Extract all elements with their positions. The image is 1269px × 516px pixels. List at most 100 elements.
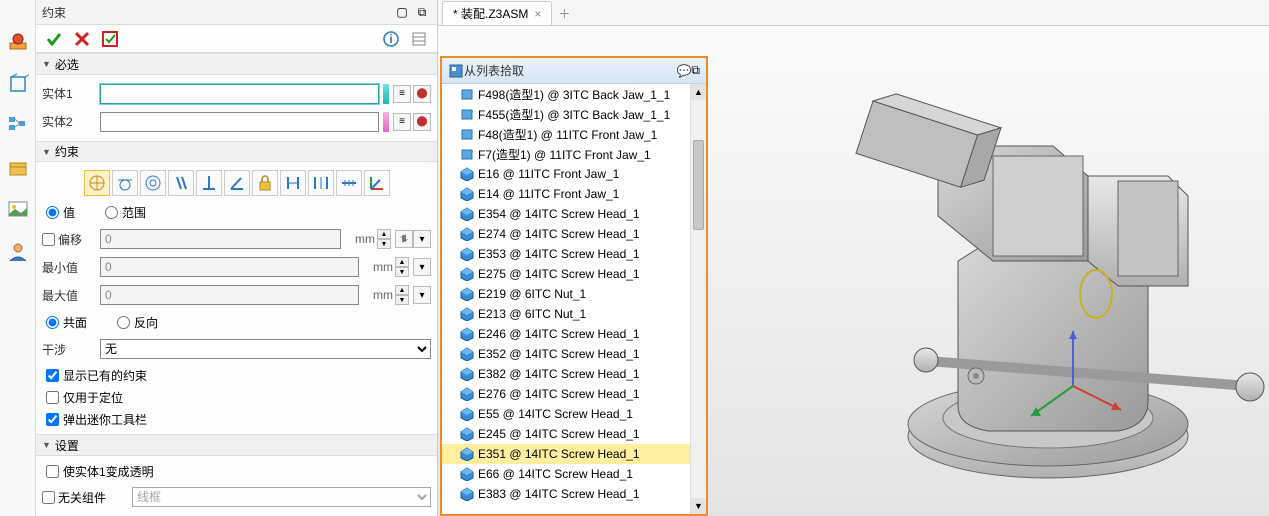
pick-list-item[interactable]: F7(造型1) @ 11ITC Front Jaw_1 (442, 144, 706, 164)
close-panel-icon[interactable]: ⧉ (413, 3, 431, 21)
section-settings-header[interactable]: ▼ 设置 (36, 434, 437, 456)
pick-list-item[interactable]: F455(造型1) @ 3ITC Back Jaw_1_1 (442, 104, 706, 124)
offset-input[interactable] (100, 229, 341, 249)
max-spinner[interactable]: ▲▼ (395, 285, 409, 305)
wireframe-combo[interactable]: 线框 (132, 487, 431, 507)
constraint-tangent-icon[interactable] (112, 170, 138, 196)
locate-only-check[interactable]: 仅用于定位 (46, 389, 123, 406)
vstrip-icon-user[interactable] (6, 240, 30, 264)
max-input[interactable] (100, 285, 359, 305)
unrelated-check[interactable]: 无关组件 (42, 489, 132, 506)
entity1-input[interactable] (100, 84, 379, 104)
pick-list-item[interactable]: F498(造型1) @ 3ITC Back Jaw_1_1 (442, 84, 706, 104)
scroll-up-icon[interactable]: ▲ (691, 84, 706, 100)
offset-check[interactable]: 偏移 (42, 231, 100, 248)
pick-list-item[interactable]: E55 @ 14ITC Screw Head_1 (442, 404, 706, 424)
pick-list-item[interactable]: E14 @ 11ITC Front Jaw_1 (442, 184, 706, 204)
pick-list-header[interactable]: 从列表拾取 💬 ⧉ (442, 58, 706, 84)
pick-list-chat-icon[interactable]: 💬 (676, 64, 691, 78)
pick-list-item[interactable]: E383 @ 14ITC Screw Head_1 (442, 484, 706, 504)
section-settings-label: 设置 (55, 437, 79, 454)
pick-list-item[interactable]: E245 @ 14ITC Screw Head_1 (442, 424, 706, 444)
min-spinner[interactable]: ▲▼ (395, 257, 409, 277)
pick-list-item-label: E274 @ 14ITC Screw Head_1 (478, 227, 640, 241)
pick-list-item-label: F48(造型1) @ 11ITC Front Jaw_1 (478, 126, 657, 143)
vstrip-icon-package[interactable] (6, 156, 30, 180)
section-constraint-header[interactable]: ▼ 约束 (36, 141, 437, 163)
transparent-check[interactable]: 使实体1变成透明 (46, 463, 154, 480)
viewport[interactable]: 从列表拾取 💬 ⧉ F498(造型1) @ 3ITC Back Jaw_1_1F… (438, 26, 1269, 516)
constraint-coaxial-icon[interactable] (140, 170, 166, 196)
constraint-perpendicular-icon[interactable] (196, 170, 222, 196)
new-tab-button[interactable]: ＋ (552, 1, 576, 25)
undock-icon[interactable]: ▢ (393, 3, 411, 21)
constraint-angle-icon[interactable] (224, 170, 250, 196)
pick-list-item[interactable]: E219 @ 6ITC Nut_1 (442, 284, 706, 304)
ok-button[interactable] (42, 27, 66, 51)
pick-list-item[interactable]: E16 @ 11ITC Front Jaw_1 (442, 164, 706, 184)
offset-spinner[interactable]: ▲▼ (377, 229, 391, 249)
entity1-pick-button[interactable]: ⬤ (413, 85, 431, 103)
info-button[interactable]: i (379, 27, 403, 51)
pick-list-item[interactable]: E246 @ 14ITC Screw Head_1 (442, 324, 706, 344)
pick-list-item[interactable]: E213 @ 6ITC Nut_1 (442, 304, 706, 324)
pick-list-item[interactable]: E275 @ 14ITC Screw Head_1 (442, 264, 706, 284)
face-icon (460, 147, 474, 161)
max-dropdown-button[interactable]: ▾ (413, 286, 431, 304)
section-required-header[interactable]: ▼ 必选 (36, 53, 437, 75)
pick-list-item-label: F7(造型1) @ 11ITC Front Jaw_1 (478, 146, 651, 163)
entity2-list-button[interactable]: ≡ (393, 113, 411, 131)
offset-extra-button[interactable]: ⥮ (395, 230, 413, 248)
vstrip-icon-assembly[interactable] (6, 30, 30, 54)
pick-list-item[interactable]: E352 @ 14ITC Screw Head_1 (442, 344, 706, 364)
show-existing-check[interactable]: 显示已有的约束 (46, 367, 147, 384)
value-radio[interactable]: 值 (46, 204, 75, 221)
interference-combo[interactable]: 无 (100, 339, 431, 359)
face-icon (460, 87, 474, 101)
pick-list-item[interactable]: E353 @ 14ITC Screw Head_1 (442, 244, 706, 264)
pick-list-item-label: E351 @ 14ITC Screw Head_1 (478, 447, 640, 461)
pick-list-close-icon[interactable]: ⧉ (691, 63, 700, 78)
min-dropdown-button[interactable]: ▾ (413, 258, 431, 276)
entity2-input[interactable] (100, 112, 379, 132)
range-radio[interactable]: 范围 (105, 204, 146, 221)
pick-list-item[interactable]: E354 @ 14ITC Screw Head_1 (442, 204, 706, 224)
pick-list-item[interactable]: E382 @ 14ITC Screw Head_1 (442, 364, 706, 384)
pick-list-item[interactable]: E351 @ 14ITC Screw Head_1 (442, 444, 706, 464)
pick-list-scrollbar[interactable]: ▲ ▼ (690, 84, 706, 514)
reverse-radio[interactable]: 反向 (117, 314, 158, 331)
pick-list-item[interactable]: E66 @ 14ITC Screw Head_1 (442, 464, 706, 484)
constraint-symmetric-icon[interactable] (336, 170, 362, 196)
vstrip-icon-image[interactable] (6, 198, 30, 222)
pick-list-item-label: E353 @ 14ITC Screw Head_1 (478, 247, 640, 261)
constraint-lock-icon[interactable] (252, 170, 278, 196)
pick-list-item[interactable]: E276 @ 14ITC Screw Head_1 (442, 384, 706, 404)
edge-icon (460, 367, 474, 381)
min-input[interactable] (100, 257, 359, 277)
pick-list-item[interactable]: F48(造型1) @ 11ITC Front Jaw_1 (442, 124, 706, 144)
vstrip-icon-box[interactable] (6, 72, 30, 96)
face-icon (460, 107, 474, 121)
mini-toolbar-check[interactable]: 弹出迷你工具栏 (46, 411, 147, 428)
constraint-distance-icon[interactable] (280, 170, 306, 196)
collapse-icon: ▼ (42, 59, 51, 69)
entity1-list-button[interactable]: ≡ (393, 85, 411, 103)
entity2-label: 实体2 (42, 113, 100, 130)
scroll-thumb[interactable] (693, 140, 704, 230)
coplane-radio[interactable]: 共面 (46, 314, 87, 331)
constraint-concentric-icon[interactable] (84, 170, 110, 196)
offset-dropdown-button[interactable]: ▾ (413, 230, 431, 248)
tab-close-icon[interactable]: × (534, 7, 541, 21)
vstrip-icon-tree[interactable] (6, 114, 30, 138)
settings-icon[interactable] (407, 27, 431, 51)
document-tab[interactable]: * 装配.Z3ASM × (442, 1, 552, 25)
pick-list-item[interactable]: E274 @ 14ITC Screw Head_1 (442, 224, 706, 244)
scroll-down-icon[interactable]: ▼ (691, 498, 706, 514)
apply-button[interactable] (98, 27, 122, 51)
constraint-parallel-icon[interactable] (168, 170, 194, 196)
constraint-midplane-icon[interactable] (308, 170, 334, 196)
constraint-frame-icon[interactable] (364, 170, 390, 196)
cancel-button[interactable] (70, 27, 94, 51)
section-constraint-label: 约束 (55, 143, 79, 160)
entity2-pick-button[interactable]: ⬤ (413, 113, 431, 131)
